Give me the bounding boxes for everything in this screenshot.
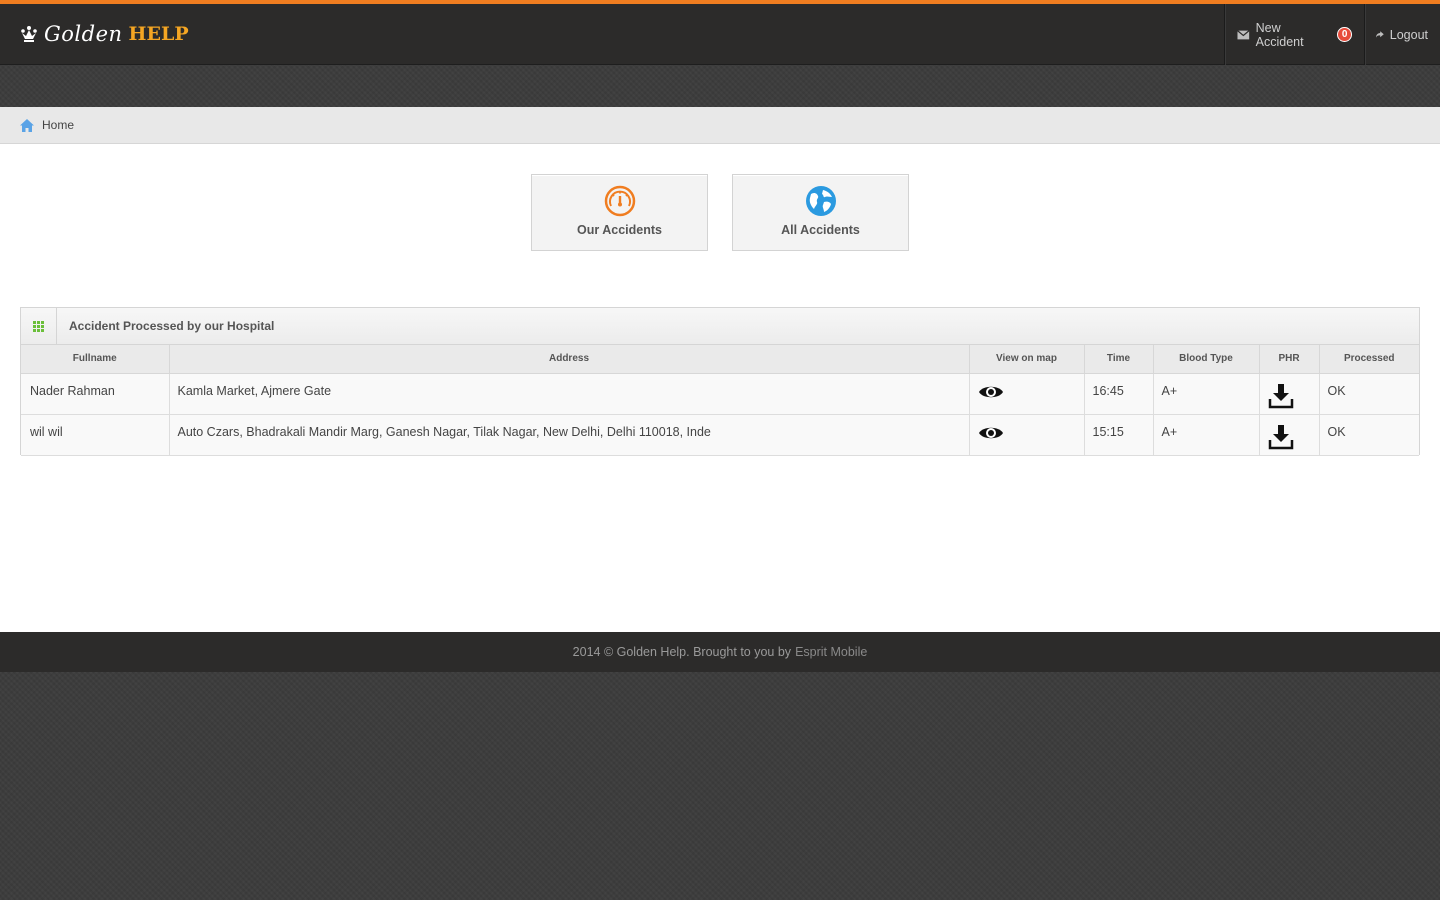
download-icon[interactable] (1268, 424, 1294, 450)
top-navbar: Golden HELP New Accident 0 Logout (0, 0, 1440, 65)
home-icon[interactable] (20, 118, 34, 132)
widget-header: Accident Processed by our Hospital (21, 308, 1419, 345)
our-accidents-label: Our Accidents (577, 223, 662, 237)
all-accidents-shortcut[interactable]: All Accidents (732, 174, 909, 251)
widget-title: Accident Processed by our Hospital (69, 319, 275, 333)
address-cell: Auto Czars, Bhadrakali Mandir Marg, Gane… (169, 414, 970, 456)
accidents-table: Fullname Address View on map Time Blood … (21, 345, 1419, 456)
processed-cell: OK (1319, 373, 1419, 415)
all-accidents-label: All Accidents (781, 223, 860, 237)
col-blood-type[interactable]: Blood Type (1153, 345, 1260, 374)
nav-right: New Accident 0 Logout (1224, 4, 1440, 65)
dashboard-icon (604, 185, 635, 217)
blood-type-cell: A+ (1153, 414, 1260, 456)
breadcrumb-home[interactable]: Home (42, 118, 74, 132)
eye-icon[interactable] (978, 383, 1004, 401)
table-row: Nader Rahman Kamla Market, Ajmere Gate 1… (21, 373, 1419, 415)
col-time[interactable]: Time (1084, 345, 1154, 374)
fullname-cell: Nader Rahman (21, 373, 170, 415)
view-on-map-cell (969, 373, 1085, 415)
accidents-widget: Accident Processed by our Hospital Fulln… (20, 307, 1420, 456)
view-on-map-cell (969, 414, 1085, 456)
blood-type-cell: A+ (1153, 373, 1260, 415)
brand-name: Golden (44, 22, 123, 46)
eye-icon[interactable] (978, 424, 1004, 442)
new-accident-link[interactable]: New Accident 0 (1224, 4, 1364, 65)
accident-count-badge: 0 (1337, 27, 1353, 42)
logout-link[interactable]: Logout (1364, 4, 1440, 65)
globe-icon (805, 186, 836, 216)
brand-help: HELP (128, 23, 189, 45)
brand-logo[interactable]: Golden HELP (20, 20, 189, 48)
crown-icon (21, 26, 37, 42)
phr-cell (1259, 373, 1320, 415)
logout-label: Logout (1389, 27, 1428, 42)
time-cell: 16:45 (1084, 373, 1154, 415)
processed-cell: OK (1319, 414, 1419, 456)
our-accidents-shortcut[interactable]: Our Accidents (531, 174, 708, 251)
new-accident-label: New Accident (1255, 20, 1304, 49)
footer-link[interactable]: Esprit Mobile (795, 645, 867, 659)
col-address[interactable]: Address (169, 345, 970, 374)
table-header-row: Fullname Address View on map Time Blood … (21, 345, 1419, 374)
grid-icon (21, 308, 57, 344)
share-arrow-icon (1376, 31, 1384, 38)
fullname-cell: wil wil (21, 414, 170, 456)
col-phr[interactable]: PHR (1259, 345, 1320, 374)
main-content: Our Accidents All Accidents Accident Pro… (0, 144, 1440, 632)
footer: 2014 © Golden Help. Brought to you by Es… (0, 632, 1440, 672)
col-view-on-map[interactable]: View on map (969, 345, 1085, 374)
table-row: wil wil Auto Czars, Bhadrakali Mandir Ma… (21, 414, 1419, 456)
time-cell: 15:15 (1084, 414, 1154, 456)
col-fullname[interactable]: Fullname (21, 345, 170, 374)
address-cell: Kamla Market, Ajmere Gate (169, 373, 970, 415)
breadcrumb: Home (0, 107, 1440, 144)
phr-cell (1259, 414, 1320, 456)
envelope-icon (1237, 29, 1250, 39)
col-processed[interactable]: Processed (1319, 345, 1419, 374)
download-icon[interactable] (1268, 383, 1294, 409)
footer-text: 2014 © Golden Help. Brought to you by (572, 645, 792, 659)
